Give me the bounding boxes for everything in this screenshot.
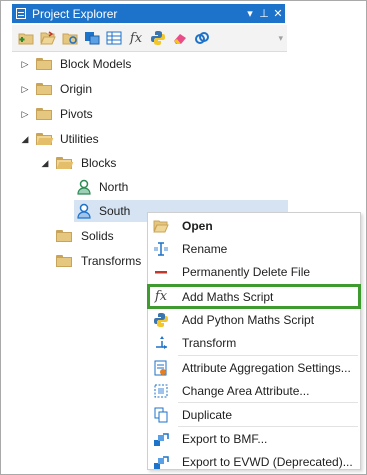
tree-item-north[interactable]: North (12, 176, 288, 198)
expand-arrow-icon[interactable]: ▷ (20, 84, 30, 94)
tree-item-label: Origin (60, 82, 93, 96)
toolbar-overflow-button[interactable]: ▾ (278, 33, 283, 44)
menu-item-add-python-maths-script[interactable]: Add Python Maths Script (148, 308, 360, 331)
menu-item-label: Export to EVWD (Deprecated)... (182, 454, 353, 469)
menu-item-permanently-delete[interactable]: Permanently Delete File (148, 260, 360, 283)
collapse-arrow-icon[interactable]: ◢ (20, 134, 30, 144)
menu-item-export-evwd[interactable]: Export to EVWD (Deprecated)... (148, 450, 360, 473)
open-folder-icon (56, 157, 74, 169)
tree-item-blocks[interactable]: ◢ Blocks (12, 152, 288, 174)
block-model-icon (76, 203, 92, 219)
menu-item-export-bmf[interactable]: Export to BMF... (148, 427, 360, 450)
python-icon (152, 311, 170, 329)
explorer-toolbar: fx ▾ (12, 25, 287, 52)
panel-document-icon (16, 8, 26, 19)
rename-icon (152, 240, 170, 258)
area-attribute-icon (152, 382, 170, 400)
link-icon[interactable] (194, 30, 210, 46)
tree-item-label: Block Models (60, 57, 132, 71)
folder-icon (36, 108, 52, 120)
tree-item-utilities[interactable]: ◢ Utilities (12, 128, 288, 150)
menu-item-label: Permanently Delete File (182, 264, 311, 279)
tree-item-label: Utilities (60, 132, 99, 146)
expand-arrow-icon[interactable]: ▷ (20, 59, 30, 69)
panel-titlebar[interactable]: Project Explorer ▾ ⊥ ✕ (12, 4, 285, 23)
tree-item-pivots[interactable]: ▷ Pivots (12, 103, 288, 125)
delete-icon (152, 263, 170, 281)
transform-icon (152, 334, 170, 352)
menu-item-rename[interactable]: Rename (148, 237, 360, 260)
aggregation-icon (152, 359, 170, 377)
panel-pin-button[interactable]: ⊥ (257, 7, 271, 20)
folder-icon (56, 230, 72, 242)
menu-item-label: Rename (182, 241, 228, 256)
open-folder-icon (36, 133, 54, 145)
panel-dropdown-button[interactable]: ▾ (243, 7, 257, 20)
menu-item-label: Add Maths Script (182, 289, 274, 304)
blocks-icon[interactable] (84, 30, 100, 46)
eraser-icon[interactable] (172, 30, 188, 46)
tree-item-label: North (99, 180, 129, 194)
new-folder-icon[interactable] (18, 30, 34, 46)
menu-item-transform[interactable]: Transform (148, 331, 360, 354)
context-menu: Open Rename Permanently Delete File fx A… (147, 212, 361, 470)
menu-item-change-area-attribute[interactable]: Change Area Attribute... (148, 379, 360, 402)
menu-item-label: Open (182, 218, 213, 233)
collapse-arrow-icon[interactable]: ◢ (40, 158, 50, 168)
menu-item-attribute-aggregation[interactable]: Attribute Aggregation Settings... (148, 356, 360, 379)
grid-icon[interactable] (106, 30, 122, 46)
folder-icon (56, 255, 72, 267)
fx-icon[interactable]: fx (128, 30, 144, 46)
project-explorer-panel: Project Explorer ▾ ⊥ ✕ fx ▾ ▷ Block Mode… (0, 0, 367, 475)
open-folder-icon (152, 217, 170, 235)
tree-item-block-models[interactable]: ▷ Block Models (12, 53, 288, 75)
fx-icon: fx (154, 289, 168, 304)
expand-arrow-icon[interactable]: ▷ (20, 109, 30, 119)
menu-item-label: Add Python Maths Script (182, 312, 315, 327)
block-model-icon (76, 179, 92, 195)
menu-item-label: Export to BMF... (182, 431, 268, 446)
tree-item-label: Solids (81, 229, 114, 243)
menu-item-add-maths-script[interactable]: fx Add Maths Script (147, 284, 361, 309)
menu-item-label: Attribute Aggregation Settings... (182, 360, 351, 375)
tree-item-label: Transforms (81, 254, 142, 268)
open-folder-icon[interactable] (40, 30, 56, 46)
folder-refresh-icon[interactable] (62, 30, 78, 46)
panel-title: Project Explorer (32, 6, 118, 21)
panel-close-button[interactable]: ✕ (271, 7, 285, 20)
python-icon[interactable] (150, 30, 166, 46)
export-evwd-icon (152, 453, 170, 471)
tree-item-label: Pivots (60, 107, 93, 121)
tree-item-label: South (99, 204, 131, 218)
menu-item-open[interactable]: Open (148, 214, 360, 237)
menu-item-label: Duplicate (182, 407, 233, 422)
tree-item-label: Blocks (81, 156, 117, 170)
folder-icon (36, 83, 52, 95)
menu-item-label: Transform (182, 335, 237, 350)
tree-item-origin[interactable]: ▷ Origin (12, 78, 288, 100)
menu-item-label: Change Area Attribute... (182, 383, 310, 398)
export-bmf-icon (152, 430, 170, 448)
folder-icon (36, 58, 52, 70)
menu-item-duplicate[interactable]: Duplicate (148, 403, 360, 426)
duplicate-icon (152, 406, 170, 424)
